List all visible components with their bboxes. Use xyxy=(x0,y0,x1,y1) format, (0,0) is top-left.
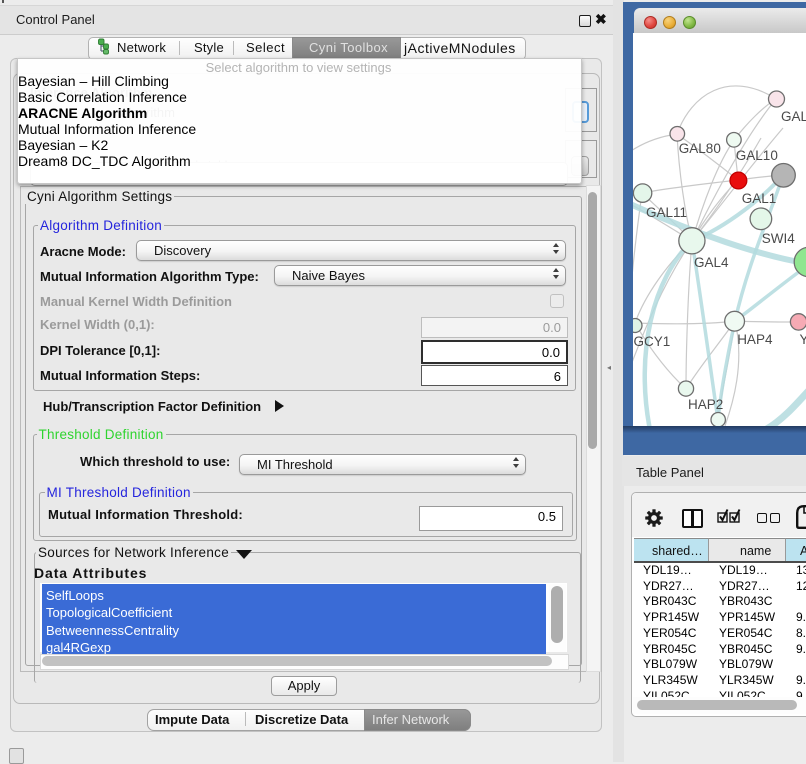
svg-text:HAP4: HAP4 xyxy=(737,332,773,347)
svg-text:Y: Y xyxy=(800,332,806,347)
svg-text:SWI4: SWI4 xyxy=(762,231,795,246)
svg-text:GAL80: GAL80 xyxy=(679,141,721,156)
svg-text:GAL1: GAL1 xyxy=(742,191,777,206)
svg-text:HAP2: HAP2 xyxy=(688,397,723,412)
svg-text:GAL11: GAL11 xyxy=(646,205,687,220)
svg-text:GCY1: GCY1 xyxy=(634,334,671,349)
svg-text:GAL10: GAL10 xyxy=(736,148,778,163)
svg-text:GAL: GAL xyxy=(781,109,806,124)
svg-text:GAL4: GAL4 xyxy=(694,255,729,270)
